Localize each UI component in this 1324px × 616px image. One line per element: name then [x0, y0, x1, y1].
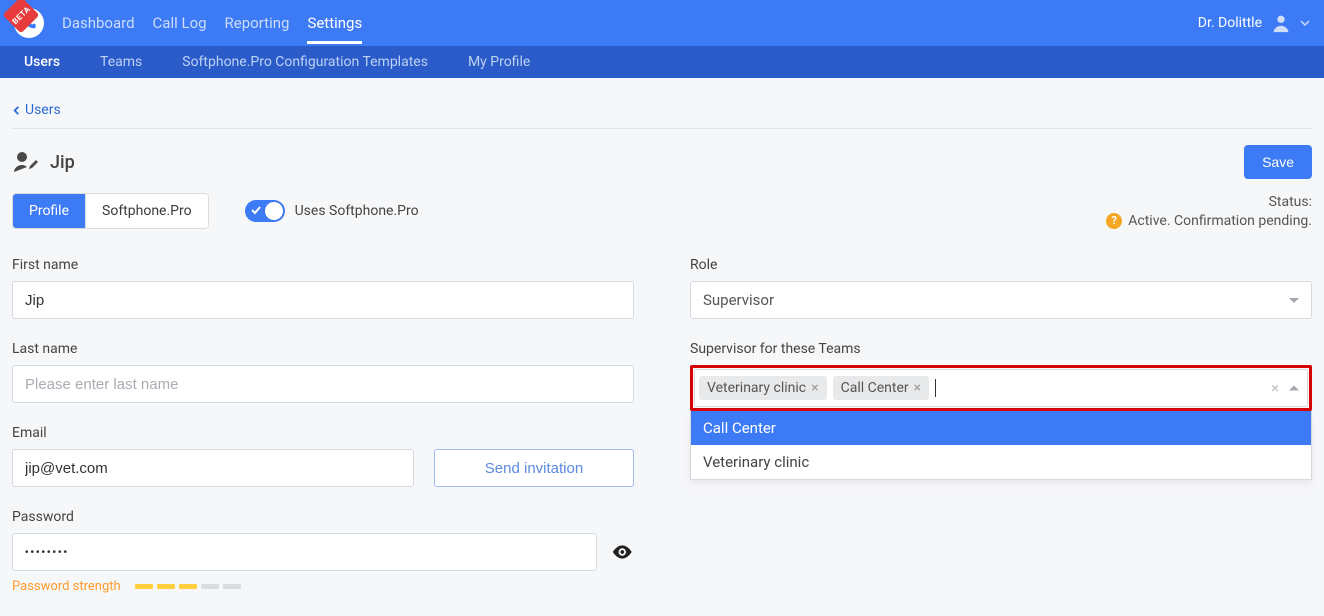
last-name-label: Last name — [12, 341, 634, 357]
nav-dashboard[interactable]: Dashboard — [62, 2, 135, 44]
tab-profile[interactable]: Profile — [13, 194, 85, 228]
subnav-config-templates[interactable]: Softphone.Pro Configuration Templates — [182, 54, 428, 70]
caret-up-icon[interactable] — [1289, 386, 1299, 391]
check-icon — [251, 205, 261, 215]
remove-tag-icon[interactable]: × — [914, 380, 921, 396]
chevron-down-icon — [1300, 18, 1310, 28]
password-input[interactable] — [12, 533, 597, 571]
subnav-users[interactable]: Users — [24, 54, 60, 70]
breadcrumb[interactable]: Users — [12, 90, 1312, 129]
save-button[interactable]: Save — [1244, 145, 1312, 179]
status-value: Active. Confirmation pending. — [1128, 213, 1312, 229]
warning-icon: ? — [1106, 213, 1122, 229]
team-tag: Call Center × — [833, 376, 930, 400]
eye-icon[interactable] — [611, 540, 634, 564]
teams-dropdown: Call Center Veterinary clinic — [690, 411, 1312, 480]
send-invitation-button[interactable]: Send invitation — [434, 449, 634, 487]
breadcrumb-label: Users — [25, 102, 61, 118]
nav-reporting[interactable]: Reporting — [225, 2, 290, 44]
nav-call-log[interactable]: Call Log — [153, 2, 207, 44]
team-tag: Veterinary clinic × — [699, 376, 827, 400]
first-name-input[interactable] — [12, 281, 634, 319]
top-nav: Dashboard Call Log Reporting Settings — [62, 2, 362, 44]
user-edit-icon — [12, 150, 40, 174]
role-select[interactable]: Supervisor — [690, 281, 1312, 319]
email-label: Email — [12, 425, 634, 441]
clear-all-icon[interactable]: × — [1271, 379, 1279, 397]
password-label: Password — [12, 509, 634, 525]
teams-label: Supervisor for these Teams — [690, 341, 1312, 357]
nav-settings[interactable]: Settings — [307, 2, 362, 44]
password-strength-label: Password strength — [12, 579, 121, 594]
first-name-label: First name — [12, 257, 634, 273]
app-logo[interactable]: BETA — [14, 8, 44, 38]
password-strength-meter — [135, 584, 241, 589]
user-name: Dr. Dolittle — [1198, 15, 1262, 31]
teams-multiselect[interactable]: Veterinary clinic × Call Center × × — [694, 369, 1308, 407]
subnav-teams[interactable]: Teams — [100, 54, 142, 70]
role-value: Supervisor — [703, 291, 774, 309]
chevron-left-icon — [12, 106, 21, 115]
last-name-input[interactable] — [12, 365, 634, 403]
user-menu[interactable]: Dr. Dolittle — [1198, 12, 1310, 34]
toggle-label: Uses Softphone.Pro — [295, 203, 419, 219]
page-title: Jip — [50, 152, 75, 173]
subnav-my-profile[interactable]: My Profile — [468, 54, 530, 70]
remove-tag-icon[interactable]: × — [811, 380, 818, 396]
profile-tabs: Profile Softphone.Pro — [12, 193, 209, 229]
caret-down-icon — [1289, 298, 1299, 303]
avatar-icon — [1270, 12, 1292, 34]
tab-softphone[interactable]: Softphone.Pro — [85, 194, 208, 228]
dropdown-option[interactable]: Veterinary clinic — [691, 445, 1311, 479]
dropdown-option[interactable]: Call Center — [691, 411, 1311, 445]
status-label: Status: — [1106, 194, 1312, 210]
uses-softphone-toggle[interactable] — [245, 200, 285, 222]
role-label: Role — [690, 257, 1312, 273]
email-input[interactable] — [12, 449, 414, 487]
text-cursor — [935, 379, 936, 397]
